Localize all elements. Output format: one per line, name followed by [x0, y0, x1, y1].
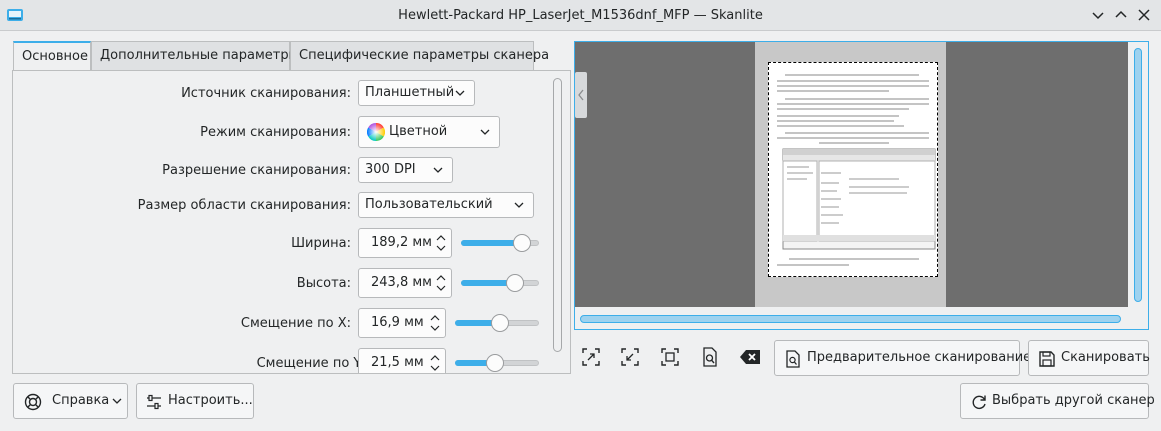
chevron-down-icon [480, 129, 490, 135]
source-value: Планшетный [365, 85, 455, 100]
color-wheel-icon [367, 123, 385, 141]
offset-x-value: 16,9 мм [371, 315, 424, 330]
offset-x-label: Смещение по X: [240, 316, 351, 331]
width-label: Ширина: [291, 236, 351, 251]
resolution-select[interactable]: 300 DPI [358, 157, 453, 183]
scan-selection-area[interactable] [768, 62, 938, 277]
area-select[interactable]: Пользовательский [358, 192, 534, 218]
chevron-left-icon [578, 89, 584, 101]
spin-arrows-icon[interactable] [435, 233, 447, 253]
height-spinbox[interactable]: 243,8 мм [358, 268, 452, 298]
resolution-label: Разрешение сканирования: [162, 163, 351, 178]
chevron-up-icon[interactable] [1111, 5, 1131, 25]
area-value: Пользовательский [365, 197, 493, 212]
offset-x-spinbox[interactable]: 16,9 мм [358, 308, 446, 338]
refresh-icon [972, 395, 986, 410]
width-spinbox[interactable]: 189,2 мм [358, 228, 452, 258]
slider-handle[interactable] [506, 274, 524, 292]
spin-arrows-icon[interactable] [429, 313, 441, 333]
title-bar[interactable]: Hewlett-Packard HP_LaserJet_M1536dnf_MFP… [0, 0, 1161, 31]
spin-arrows-icon[interactable] [435, 273, 447, 293]
select-scanner-label: Выбрать другой сканер [992, 393, 1155, 408]
window-title: Hewlett-Packard HP_LaserJet_M1536dnf_MFP… [398, 8, 763, 23]
source-label: Источник сканирования: [181, 86, 351, 101]
document-preview-icon [786, 350, 800, 368]
mode-label: Режим сканирования: [200, 125, 351, 140]
area-label: Размер области сканирования: [137, 198, 351, 213]
resolution-value: 300 DPI [365, 162, 416, 177]
height-slider[interactable] [461, 274, 539, 292]
height-value: 243,8 мм [371, 275, 432, 290]
close-icon[interactable] [1134, 5, 1154, 25]
chevron-down-icon [112, 398, 122, 404]
zoom-fit-icon[interactable] [659, 346, 681, 368]
preview-scan-label: Предварительное сканирование [807, 350, 1032, 365]
save-icon [1039, 351, 1055, 367]
offset-x-slider[interactable] [455, 314, 539, 332]
tab-label: Дополнительные параметры [100, 48, 299, 63]
tab-scanner-specific[interactable]: Специфические параметры сканера [290, 41, 549, 71]
chevron-down-icon [455, 90, 465, 96]
chevron-down-icon [433, 167, 443, 173]
offset-y-slider[interactable] [455, 354, 539, 372]
tab-advanced[interactable]: Дополнительные параметры [91, 41, 299, 71]
zoom-to-selection-icon[interactable] [580, 346, 602, 368]
scan-button[interactable]: Сканировать [1028, 340, 1150, 376]
slider-handle[interactable] [513, 234, 531, 252]
clear-selections-icon[interactable] [739, 346, 761, 368]
offset-y-value: 21,5 мм [371, 355, 424, 370]
slider-handle[interactable] [491, 314, 509, 332]
select-scanner-button[interactable]: Выбрать другой сканер [960, 383, 1155, 419]
width-slider[interactable] [461, 234, 539, 252]
help-button[interactable]: Справка [13, 383, 128, 419]
sliders-icon [147, 394, 161, 410]
preview-scan-button[interactable]: Предварительное сканирование [774, 340, 1031, 376]
tab-label: Специфические параметры сканера [299, 48, 550, 63]
chevron-down-icon [514, 202, 524, 208]
source-select[interactable]: Планшетный [358, 80, 475, 106]
spin-arrows-icon[interactable] [429, 353, 441, 373]
height-label: Высота: [296, 276, 351, 291]
zoom-out-selection-icon[interactable] [619, 346, 641, 368]
width-value: 189,2 мм [371, 235, 432, 250]
settings-scrollbar[interactable] [553, 78, 562, 352]
configure-label: Настроить... [168, 393, 253, 408]
tab-basic[interactable]: Основное [13, 41, 91, 72]
offset-y-spinbox[interactable]: 21,5 мм [358, 348, 446, 373]
slider-handle[interactable] [486, 354, 504, 372]
configure-button[interactable]: Настроить... [136, 383, 254, 419]
offset-y-row: Смещение по Y: 21,5 мм [13, 340, 551, 373]
preview-horizontal-scrollbar[interactable] [580, 315, 1121, 323]
offset-y-label: Смещение по Y: [256, 356, 364, 371]
collapse-settings-handle[interactable] [575, 72, 587, 118]
chevron-down-icon[interactable] [1088, 5, 1108, 25]
document-preview-image [777, 74, 936, 266]
preview-vertical-scrollbar[interactable] [1134, 48, 1142, 302]
tab-label: Основное [22, 49, 88, 64]
scan-label: Сканировать [1061, 350, 1150, 365]
zoom-page-icon[interactable] [699, 346, 721, 368]
help-lifebuoy-icon [24, 393, 42, 411]
mode-value: Цветной [389, 124, 448, 139]
help-label: Справка [52, 393, 110, 408]
mode-select[interactable]: Цветной [358, 116, 500, 148]
